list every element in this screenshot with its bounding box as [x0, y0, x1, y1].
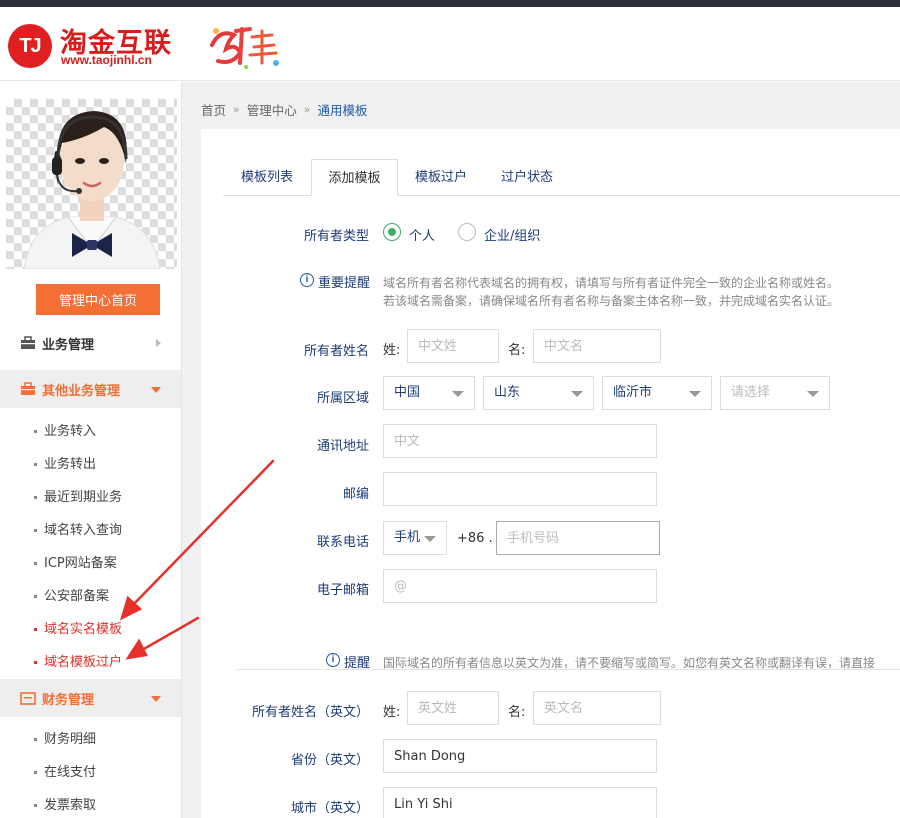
nav-item-expiring-business[interactable]: 最近到期业务	[34, 486, 122, 505]
given-name-en-input[interactable]	[533, 691, 661, 725]
nav-item-police-filing[interactable]: 公安部备案	[34, 585, 109, 604]
nav-item-online-payment[interactable]: 在线支付	[34, 761, 96, 780]
chevron-down-icon	[452, 391, 464, 397]
city-en-input[interactable]	[383, 787, 657, 818]
admin-home-button[interactable]: 管理中心首页	[36, 284, 160, 315]
wallet-icon	[20, 692, 36, 705]
city-select[interactable]: 临沂市	[602, 376, 712, 410]
owner-name-label: 所有者姓名	[303, 344, 369, 359]
tab-bar: 模板列表 添加模板 模板过户 过户状态	[223, 159, 900, 196]
support-agent-photo-icon	[23, 111, 161, 269]
nav-item-domain-realname-template[interactable]: 域名实名模板	[34, 618, 122, 637]
given-name-cn-input[interactable]	[533, 329, 661, 363]
english-notice-title: 提醒	[344, 656, 371, 671]
city-select-value: 临沂市	[613, 385, 653, 400]
phone-type-value: 手机	[394, 530, 421, 545]
info-icon: i	[326, 653, 340, 667]
email-input[interactable]	[383, 569, 657, 603]
nav-item-business-transfer-out[interactable]: 业务转出	[34, 453, 96, 472]
important-notice-line-1: 域名所有者名称代表域名的拥有权，请填写与所有者证件完全一致的企业名称或姓名。	[383, 276, 840, 290]
chevron-down-icon	[689, 391, 701, 397]
nav-group-label: 业务管理	[42, 337, 95, 353]
province-en-input[interactable]	[383, 739, 657, 773]
avatar	[6, 99, 177, 269]
breadcrumb-center[interactable]: 管理中心	[247, 100, 297, 119]
region-label: 所属区域	[316, 391, 369, 406]
phone-type-select[interactable]: 手机	[383, 521, 447, 555]
country-select-value: 中国	[394, 385, 421, 400]
chevron-right-icon	[156, 339, 161, 347]
nav-group-finance[interactable]: 财务管理	[0, 679, 181, 717]
breadcrumb-current[interactable]: 通用模板	[318, 100, 368, 119]
phone-label: 联系电话	[316, 535, 369, 550]
important-notice-title: 重要提醒	[318, 276, 371, 291]
nav-item-business-transfer-in[interactable]: 业务转入	[34, 420, 96, 439]
site-header: TJ 淘金互联 www.taojinhl.cn	[0, 7, 900, 81]
nav-item-domain-template-transfer[interactable]: 域名模板过户	[34, 651, 122, 670]
province-en-label: 省份（英文）	[290, 753, 369, 768]
breadcrumb: 首页 » 管理中心 » 通用模板	[201, 100, 368, 119]
main-content: 首页 » 管理中心 » 通用模板 模板列表 添加模板 模板过户 过户状态 所有者…	[182, 82, 900, 818]
owner-type-org-radio[interactable]	[458, 223, 476, 241]
postcode-input[interactable]	[383, 472, 657, 506]
tab-template-transfer[interactable]: 模板过户	[398, 159, 484, 196]
phone-country-code: +86 .	[457, 531, 493, 546]
given-name-en-label: 名:	[508, 705, 526, 720]
surname-en-input[interactable]	[407, 691, 499, 725]
logo-url: www.taojinhl.cn	[61, 53, 152, 67]
province-select-value: 山东	[494, 385, 521, 400]
country-select[interactable]: 中国	[383, 376, 475, 410]
nav-group-other-business[interactable]: 其他业务管理	[0, 370, 181, 408]
owner-type-label: 所有者类型	[303, 229, 369, 244]
owner-name-en-label: 所有者姓名（英文）	[251, 705, 369, 720]
owner-type-org-label[interactable]: 企业/组织	[484, 225, 540, 244]
sidebar: 管理中心首页 业务管理 其他业务管理 业务转入 业务转出 最近到期业务 域名转入…	[0, 82, 182, 818]
tab-template-list[interactable]: 模板列表	[223, 159, 311, 196]
breadcrumb-separator-icon: »	[303, 103, 311, 116]
nav-item-invoice-request[interactable]: 发票索取	[34, 794, 96, 813]
chevron-down-icon	[151, 696, 161, 702]
tab-transfer-status[interactable]: 过户状态	[484, 159, 570, 196]
address-input[interactable]	[383, 424, 657, 458]
city-en-label: 城市（英文）	[290, 801, 369, 816]
breadcrumb-separator-icon: »	[233, 103, 240, 116]
top-bar	[0, 0, 900, 7]
nav-group-business[interactable]: 业务管理	[0, 324, 181, 362]
nav-group-label: 财务管理	[42, 692, 95, 708]
english-notice-text: 国际域名的所有者信息以英文为准，请不要缩写或简写。如您有英文名称或翻译有误，请直…	[383, 656, 876, 670]
district-select-value: 请选择	[731, 385, 771, 400]
province-select[interactable]: 山东	[483, 376, 594, 410]
surname-cn-input[interactable]	[407, 329, 499, 363]
nav-item-icp-filing[interactable]: ICP网站备案	[34, 552, 117, 571]
district-select[interactable]: 请选择	[720, 376, 830, 410]
surname-label: 姓:	[383, 343, 401, 358]
important-notice-line-2: 若该域名需备案，请确保域名所有者名称与备案主体名称一致，并完成域名实名认证。	[383, 294, 840, 308]
breadcrumb-home[interactable]: 首页	[201, 100, 226, 119]
form-card: 模板列表 添加模板 模板过户 过户状态 所有者类型 个人 企业/组织 i 重要提…	[201, 129, 900, 818]
given-name-label: 名:	[508, 343, 526, 358]
chevron-down-icon	[807, 391, 819, 397]
surname-en-label: 姓:	[383, 705, 401, 720]
anniversary-badge-icon	[210, 27, 279, 69]
postcode-label: 邮编	[342, 487, 369, 502]
briefcase-icon	[21, 382, 35, 395]
owner-type-person-radio[interactable]	[383, 223, 401, 241]
nav-group-label: 其他业务管理	[42, 383, 121, 399]
nav-item-finance-details[interactable]: 财务明细	[34, 728, 96, 747]
chevron-down-icon	[571, 391, 583, 397]
tab-add-template[interactable]: 添加模板	[311, 159, 398, 196]
mobile-number-input[interactable]	[496, 521, 660, 555]
email-label: 电子邮箱	[316, 583, 369, 598]
nav-item-domain-transfer-query[interactable]: 域名转入查询	[34, 519, 122, 538]
logo-mark[interactable]: TJ	[8, 24, 52, 68]
info-icon: i	[300, 273, 314, 287]
briefcase-icon	[21, 336, 35, 349]
chevron-down-icon	[424, 536, 436, 542]
chevron-down-icon	[151, 387, 161, 393]
address-label: 通讯地址	[316, 439, 369, 454]
owner-type-person-label[interactable]: 个人	[409, 225, 435, 244]
